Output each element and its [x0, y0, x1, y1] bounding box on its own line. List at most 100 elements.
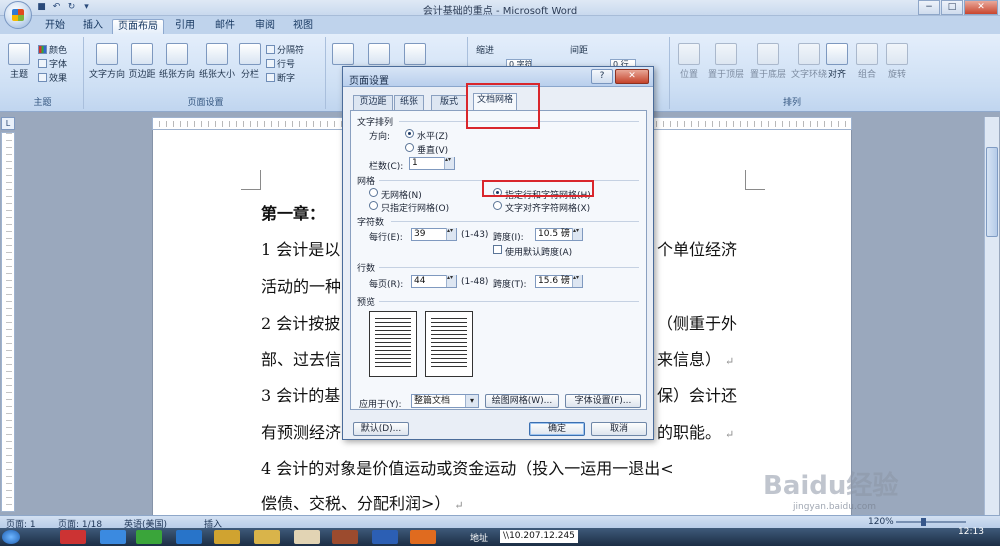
- bring-to-front-button[interactable]: 置于顶层: [706, 43, 746, 80]
- divider: [379, 267, 639, 268]
- arrange-group: 位置 置于顶层 置于底层 文字环绕 对齐 组合 旋转 排列: [672, 37, 912, 109]
- paragraph-line: 1 会计是以: [261, 240, 341, 259]
- position-button[interactable]: 位置: [674, 43, 704, 80]
- app-icon[interactable]: [176, 530, 202, 544]
- tab-insert[interactable]: 插入: [76, 19, 110, 34]
- tab-review[interactable]: 审阅: [248, 19, 282, 34]
- page-borders-button[interactable]: [404, 43, 426, 67]
- tab-view[interactable]: 视图: [286, 19, 320, 34]
- char-pitch-input[interactable]: 10.5 磅: [535, 228, 583, 241]
- direction-horizontal-radio[interactable]: [405, 129, 414, 138]
- word-icon[interactable]: [372, 530, 398, 544]
- line-numbers-button[interactable]: 行号: [266, 57, 295, 70]
- fonts-icon: [38, 59, 47, 68]
- folder-icon[interactable]: [254, 530, 280, 544]
- tab-paper[interactable]: 纸张: [394, 95, 424, 110]
- crop-mark: [241, 170, 261, 190]
- group-button[interactable]: 组合: [854, 43, 880, 80]
- vertical-scrollbar[interactable]: [984, 117, 999, 515]
- columns-input[interactable]: 1: [409, 157, 455, 170]
- font-settings-button[interactable]: 字体设置(F)...: [565, 394, 641, 408]
- address-input[interactable]: \\10.207.12.245: [500, 530, 578, 543]
- tab-home[interactable]: 开始: [38, 19, 72, 34]
- paragraph-line: 来信息） ↵: [657, 346, 734, 370]
- char-align-grid-radio[interactable]: [493, 201, 502, 210]
- paragraph-mark-icon: ↵: [725, 355, 735, 368]
- preview-lines: [431, 318, 467, 370]
- zoom-handle[interactable]: [920, 518, 926, 526]
- app-icon[interactable]: [294, 530, 320, 544]
- page-color-button[interactable]: [368, 43, 390, 67]
- line-pitch-input[interactable]: 15.6 磅: [535, 275, 583, 288]
- status-zoom[interactable]: 120%: [868, 517, 894, 527]
- margins-button[interactable]: 页边距: [128, 43, 156, 80]
- tab-margins[interactable]: 页边距: [353, 95, 393, 110]
- theme-button[interactable]: 主题: [6, 43, 32, 80]
- breaks-icon: [266, 45, 275, 54]
- rotate-label: 旋转: [887, 70, 906, 80]
- clock: 12:13: [958, 527, 984, 537]
- orientation-button[interactable]: 纸张方向: [158, 43, 196, 80]
- rotate-button[interactable]: 旋转: [884, 43, 910, 80]
- app-icon[interactable]: [60, 530, 86, 544]
- app-icon[interactable]: [332, 530, 358, 544]
- help-button[interactable]: ?: [591, 69, 613, 84]
- colors-label: 颜色: [49, 46, 68, 56]
- default-button[interactable]: 默认(D)...: [353, 422, 409, 436]
- tab-page-layout[interactable]: 页面布局: [112, 19, 164, 34]
- vertical-ruler[interactable]: [1, 132, 15, 512]
- tab-references[interactable]: 引用: [168, 19, 202, 34]
- office-button[interactable]: [4, 1, 32, 29]
- cancel-button[interactable]: 取消: [591, 422, 647, 436]
- chapter-heading: 第一章：: [261, 204, 326, 223]
- position-label: 位置: [679, 70, 698, 80]
- dialog-close-button[interactable]: ✕: [615, 69, 649, 84]
- paper-size-icon: [206, 43, 228, 65]
- breaks-button[interactable]: 分隔符: [266, 43, 304, 56]
- line-grid-radio[interactable]: [369, 201, 378, 210]
- address-label: 地址: [470, 534, 489, 544]
- paragraph-line: 保）会计还: [657, 386, 738, 405]
- chars-per-line-input[interactable]: 39: [411, 228, 457, 241]
- taskbar: 地址 \\10.207.12.245 12:13: [0, 527, 1000, 546]
- watermark-button[interactable]: [332, 43, 354, 67]
- default-pitch-checkbox[interactable]: [493, 245, 502, 254]
- align-button[interactable]: 对齐: [824, 43, 850, 80]
- no-grid-radio[interactable]: [369, 188, 378, 197]
- paragraph-line: 3 会计的基: [261, 386, 341, 405]
- colors-button[interactable]: 颜色: [38, 43, 67, 56]
- lines-per-page-input[interactable]: 44: [411, 275, 457, 288]
- fonts-button[interactable]: 字体: [38, 57, 67, 70]
- text-direction-button[interactable]: 文字方向: [88, 43, 126, 80]
- page-setup-group: 文字方向 页边距 纸张方向 纸张大小 分栏 分隔符 行号 断字 页面设置: [86, 37, 326, 109]
- minimize-button[interactable]: −: [918, 0, 940, 15]
- send-to-back-button[interactable]: 置于底层: [748, 43, 788, 80]
- wechat-icon[interactable]: [136, 530, 162, 544]
- start-icon[interactable]: [2, 530, 20, 544]
- tab-layout[interactable]: 版式: [431, 95, 467, 110]
- watermark-icon: [332, 43, 354, 65]
- page-setup-group-label: 页面设置: [187, 98, 224, 108]
- app-icon[interactable]: [214, 530, 240, 544]
- margins-icon: [131, 43, 153, 65]
- columns-button[interactable]: 分栏: [238, 43, 262, 80]
- app-icon[interactable]: [410, 530, 436, 544]
- tab-mailings[interactable]: 邮件: [208, 19, 242, 34]
- zoom-slider[interactable]: [896, 518, 966, 526]
- browser-icon[interactable]: [100, 530, 126, 544]
- draw-grid-button[interactable]: 绘图网格(W)...: [485, 394, 559, 408]
- scrollbar-thumb[interactable]: [986, 147, 998, 237]
- hyphenation-button[interactable]: 断字: [266, 71, 295, 84]
- effects-button[interactable]: 效果: [38, 71, 67, 84]
- direction-vertical-radio[interactable]: [405, 143, 414, 152]
- align-icon: [826, 43, 848, 65]
- paper-size-button[interactable]: 纸张大小: [198, 43, 236, 80]
- ok-button[interactable]: 确定: [529, 422, 585, 436]
- apply-to-select[interactable]: 整篇文档: [411, 394, 479, 408]
- close-button[interactable]: ✕: [964, 0, 998, 15]
- text-direction-icon: [96, 43, 118, 65]
- maximize-button[interactable]: □: [941, 0, 963, 15]
- highlight-box-option: [482, 180, 594, 197]
- theme-group-label: 主题: [33, 98, 52, 108]
- ruler-toggle-icon[interactable]: L: [1, 117, 15, 130]
